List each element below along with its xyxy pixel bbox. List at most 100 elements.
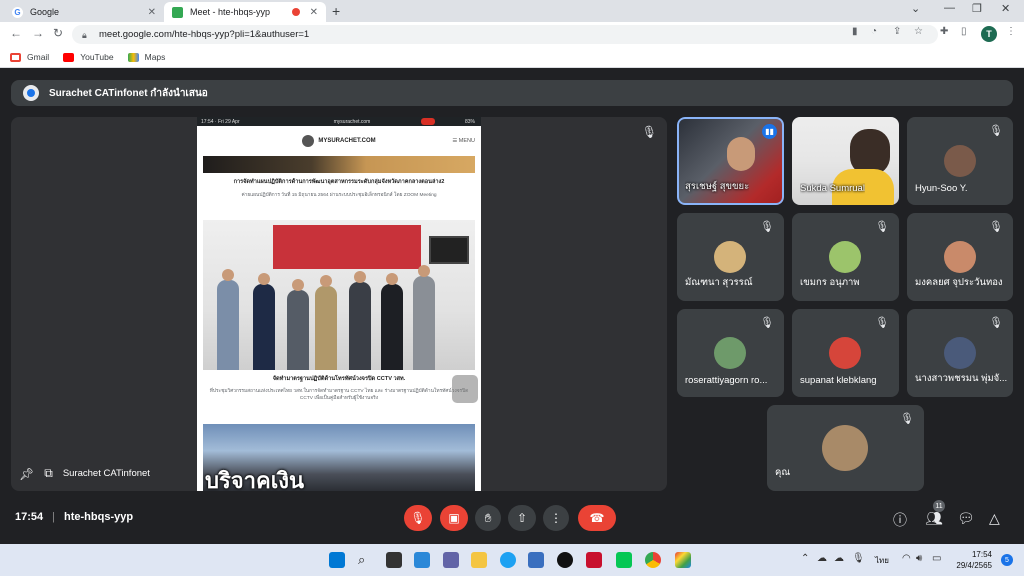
phone-status-bar: 17:54 · Fri 29 Apr mysurachet.com 83%	[197, 117, 481, 126]
site-name: MYSURACHET.COM	[318, 138, 376, 144]
tab-title: Meet - hte-hbqs-yyp	[190, 7, 271, 17]
bookmark-star-icon[interactable]: ☆	[914, 26, 923, 37]
people-count-badge: 11	[933, 500, 945, 512]
start-icon[interactable]	[329, 552, 345, 568]
more-options-button[interactable]: ⋮	[543, 505, 569, 531]
edge-icon[interactable]	[500, 552, 516, 568]
photo-person	[413, 265, 435, 370]
present-screen-icon: ⧉	[44, 466, 53, 480]
paint-icon[interactable]	[675, 552, 691, 568]
url-text: meet.google.com/hte-hbqs-yyp?pli=1&authu…	[99, 29, 310, 40]
close-tab-icon[interactable]: ✕	[148, 7, 156, 18]
bookmark-youtube[interactable]: YouTube	[63, 52, 114, 62]
widgets-icon[interactable]	[414, 552, 430, 568]
self-avatar	[822, 425, 868, 471]
participant-tile[interactable]: 🎙︎ มัณฑนา สุวรรณ์	[677, 213, 784, 301]
presentation-stage[interactable]: 17:54 · Fri 29 Apr mysurachet.com 83% MY…	[11, 117, 667, 491]
participant-tile[interactable]: Sukda Sumrual	[792, 117, 899, 205]
lock-icon: 🔒︎	[82, 30, 87, 40]
phone-recording-icon	[421, 118, 435, 125]
participant-name: supanat klebklang	[800, 375, 877, 386]
back-icon[interactable]: ←	[10, 26, 22, 40]
profile-avatar[interactable]: T	[981, 26, 997, 42]
onedrive-icon[interactable]: ☁︎	[817, 553, 827, 564]
new-tab-button[interactable]: +	[332, 3, 340, 19]
tab-meet[interactable]: Meet - hte-hbqs-yyp ✕	[164, 2, 326, 22]
taskbar-clock[interactable]: 17:54 29/4/2565	[956, 549, 992, 571]
dell-icon[interactable]	[557, 552, 573, 568]
meeting-info: 17:54 | hte-hbqs-yyp	[15, 511, 133, 523]
recording-dot-icon	[292, 8, 300, 16]
mcafee-icon[interactable]	[586, 552, 602, 568]
phone-time: 17:54 · Fri 29 Apr	[201, 118, 240, 125]
teams-chat-icon[interactable]	[443, 552, 459, 568]
line-icon[interactable]	[616, 552, 632, 568]
photo-person	[253, 273, 275, 370]
self-tile[interactable]: 🎙︎ คุณ	[767, 405, 924, 491]
tab-search-icon[interactable]: ⌄	[911, 2, 920, 15]
forward-icon[interactable]: →	[32, 26, 44, 40]
participant-tile[interactable]: 🎙︎ supanat klebklang	[792, 309, 899, 397]
participant-tile[interactable]: 🎙︎ นางสาวพชรมน พุ่มจั...	[907, 309, 1013, 397]
participant-tile[interactable]: 🎙︎ มงคลยศ จุประวันทอง	[907, 213, 1013, 301]
volume-icon[interactable]: 🔊︎	[916, 553, 922, 564]
present-now-button[interactable]: ⇧	[508, 505, 536, 531]
more-menu-icon[interactable]: ⋮	[1006, 26, 1016, 37]
mic-off-icon: 🎙︎	[875, 317, 889, 329]
participant-name: เขมกร อนุภาพ	[800, 277, 860, 288]
tray-chevron-icon[interactable]: ⌃	[801, 553, 809, 564]
participant-tile[interactable]: 🎙︎ Hyun-Soo Y.	[907, 117, 1013, 205]
gmail-icon	[10, 52, 21, 62]
article2-title: จัดทำมาตรฐานปฏิบัติด้านโทรทัศน์วงจรปิด C…	[272, 376, 406, 382]
input-language[interactable]: ไทย	[875, 554, 889, 567]
cloud-icon[interactable]: ☁︎	[834, 553, 844, 564]
toggle-camera-button[interactable]: ▣	[440, 505, 468, 531]
close-tab-icon[interactable]: ✕	[310, 7, 318, 18]
more-vert-icon: ⋮	[550, 511, 562, 525]
close-window-button[interactable]: ✕	[1001, 2, 1010, 15]
camera-icon[interactable]: ▮	[852, 26, 858, 37]
photo-person	[217, 269, 239, 370]
microphone-icon[interactable]: 🎙︎	[852, 553, 865, 564]
participant-avatar	[944, 145, 976, 177]
leave-call-button[interactable]: ☎︎	[578, 505, 616, 531]
file-explorer-icon[interactable]	[471, 552, 487, 568]
maximize-button[interactable]: ❐	[972, 2, 982, 15]
bookmark-gmail[interactable]: Gmail	[10, 52, 49, 62]
activities-icon[interactable]: △	[989, 510, 1000, 527]
side-panel-icon[interactable]: ▯	[961, 26, 967, 37]
extensions-icon[interactable]: ✚	[940, 26, 948, 37]
chrome-icon[interactable]	[645, 552, 661, 568]
address-bar[interactable]: 🔒︎ meet.google.com/hte-hbqs-yyp?pli=1&au…	[72, 25, 938, 44]
tab-strip: G Google ✕ Meet - hte-hbqs-yyp ✕ + ⌄ — ❐…	[0, 0, 1024, 22]
participant-tile[interactable]: 🎙︎ เขมกร อนุภาพ	[792, 213, 899, 301]
clock-time: 17:54	[971, 550, 992, 559]
tab-google[interactable]: G Google ✕	[4, 2, 164, 22]
notification-badge[interactable]: 5	[1001, 554, 1013, 566]
bookmark-maps[interactable]: Maps	[127, 52, 165, 62]
participant-tile[interactable]: ▮▮ สุรเชษฐ์ สุขขยะ	[677, 117, 784, 205]
maps-icon	[127, 52, 139, 62]
share-icon[interactable]: ⇪	[893, 26, 901, 37]
phone-url: mysurachet.com	[333, 118, 371, 125]
meeting-clock: 17:54	[15, 511, 44, 523]
participant-tile[interactable]: 🎙︎ roserattiyagorn ro...	[677, 309, 784, 397]
chat-icon[interactable]: 💬︎	[957, 510, 975, 527]
task-view-icon[interactable]	[386, 552, 402, 568]
participant-avatar	[714, 241, 746, 273]
pin-icon[interactable]: 📌︎	[19, 467, 34, 481]
battery-icon[interactable]: ▭	[932, 553, 941, 564]
search-icon[interactable]: ⌕	[358, 552, 374, 568]
phone-battery: 83%	[464, 118, 475, 125]
minimize-button[interactable]: —	[944, 2, 955, 14]
meeting-code: hte-hbqs-yyp	[64, 511, 134, 523]
people-icon[interactable]: 👥︎	[925, 510, 943, 527]
store-icon[interactable]	[528, 552, 544, 568]
meet-favicon-icon	[172, 6, 183, 18]
reload-icon[interactable]: ↻	[53, 26, 63, 40]
meeting-details-icon[interactable]: ⓘ	[893, 510, 907, 530]
raise-hand-button[interactable]: ✋︎	[475, 505, 501, 531]
notifications-off-icon[interactable]: ◔	[871, 26, 877, 37]
toggle-mic-button[interactable]: 🎙︎	[404, 505, 432, 531]
wifi-icon[interactable]: ◠	[902, 553, 911, 564]
